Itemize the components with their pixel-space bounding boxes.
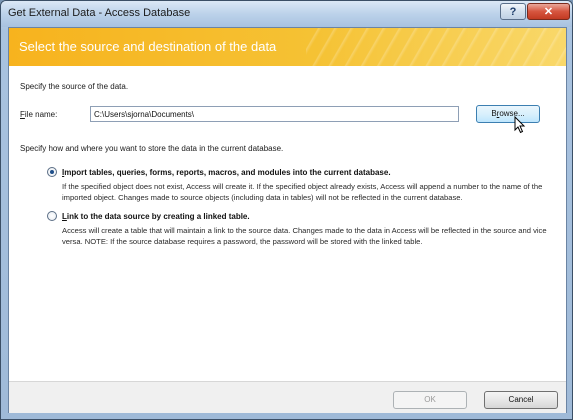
source-instruction: Specify the source of the data. xyxy=(20,82,129,91)
link-radio[interactable] xyxy=(47,211,57,221)
help-icon[interactable]: ? xyxy=(500,3,526,20)
file-name-label: File name: xyxy=(20,110,58,119)
import-radio[interactable] xyxy=(47,167,57,177)
dialog-content: Select the source and destination of the… xyxy=(8,27,567,413)
import-option-label[interactable]: Import tables, queries, forms, reports, … xyxy=(62,168,391,177)
close-icon[interactable]: ✕ xyxy=(527,3,570,20)
file-name-input[interactable] xyxy=(90,106,459,122)
link-option-label[interactable]: Link to the data source by creating a li… xyxy=(62,212,250,221)
link-option-description: Access will create a table that will mai… xyxy=(62,226,547,246)
banner-heading: Select the source and destination of the… xyxy=(19,39,277,54)
dialog-window: Get External Data - Access Database ? ✕ … xyxy=(0,0,573,420)
header-banner: Select the source and destination of the… xyxy=(9,28,566,66)
banner-decoration xyxy=(306,28,566,66)
ok-button[interactable]: OK xyxy=(393,391,467,409)
radio-selected-dot xyxy=(50,170,54,174)
browse-button[interactable]: Browse... xyxy=(476,105,540,123)
title-bar[interactable]: Get External Data - Access Database ? ✕ xyxy=(1,1,572,27)
cancel-button[interactable]: Cancel xyxy=(484,391,558,409)
destination-instruction: Specify how and where you want to store … xyxy=(20,144,284,153)
mouse-pointer-icon xyxy=(514,116,526,134)
import-option-description: If the specified object does not exist, … xyxy=(62,182,543,202)
window-title: Get External Data - Access Database xyxy=(8,7,191,19)
button-bar xyxy=(9,381,566,413)
